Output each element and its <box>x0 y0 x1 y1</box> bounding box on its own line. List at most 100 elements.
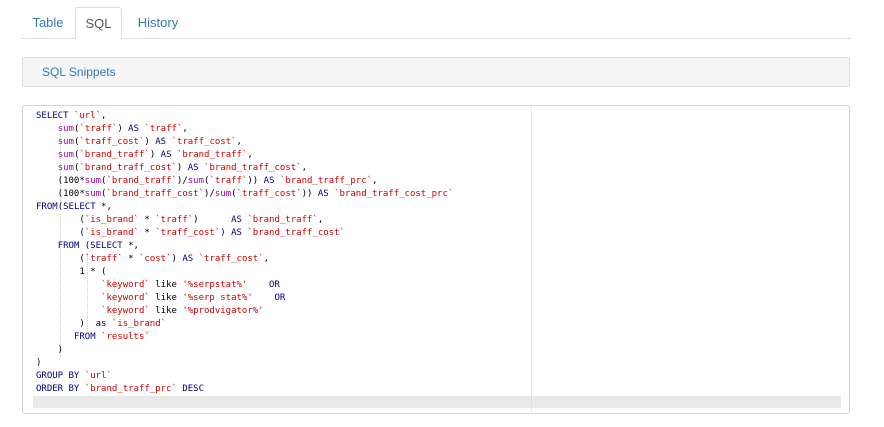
code-token-op: ) <box>171 254 183 264</box>
code-token-kw: OR <box>274 293 286 303</box>
code-line: ) as `is_brand` <box>36 318 453 331</box>
code-token-op: like <box>149 306 183 316</box>
code-token-op: * <box>122 254 139 264</box>
code-token-op <box>36 306 101 316</box>
code-token-op: ( <box>36 215 85 225</box>
code-token-op: ) <box>149 150 161 160</box>
code-line: ) <box>36 357 453 370</box>
code-content[interactable]: SELECT `url`, sum(`traff`) AS `traff`, s… <box>36 110 453 396</box>
code-token-op: )) <box>301 189 313 199</box>
code-line: sum(`brand_traff`) AS `brand_traff`, <box>36 149 453 162</box>
code-token-op: , <box>101 111 107 121</box>
horizontal-scrollbar[interactable] <box>33 396 841 408</box>
tab-history[interactable]: History <box>126 7 190 38</box>
code-token-id: `traff_cost` <box>171 137 237 147</box>
code-line: sum(`brand_traff_cost`) AS `brand_traff_… <box>36 162 453 175</box>
code-token-id: `traff_cost` <box>79 137 145 147</box>
code-token-op: , <box>372 176 378 186</box>
code-token-kw: SELECT <box>90 241 129 251</box>
code-line: FROM (SELECT *, <box>36 240 453 253</box>
code-token-num: 100 <box>63 176 80 186</box>
code-token-op: ( <box>36 189 64 199</box>
code-token-op: ( <box>36 228 85 238</box>
code-line: GROUP BY `url` <box>36 370 453 383</box>
code-token-op: like <box>149 293 183 303</box>
code-token-op <box>36 163 58 173</box>
code-token-kw: AS <box>187 163 205 173</box>
code-line: `keyword` like '%serpstat%' OR <box>36 279 453 292</box>
code-token-op <box>36 150 58 160</box>
code-token-kw: FROM <box>57 241 85 251</box>
code-token-op <box>36 332 74 342</box>
code-line: (`is_brand` * `traff_cost`) AS `brand_tr… <box>36 227 453 240</box>
code-line: ) <box>36 344 453 357</box>
code-token-str: '%serpstat%' <box>182 280 248 290</box>
code-token-kw: ORDER BY <box>36 384 85 394</box>
code-token-id: `traff_cost` <box>236 189 302 199</box>
tab-sql[interactable]: SQL <box>75 7 122 39</box>
code-token-id: `brand_traff_cost_prc` <box>334 189 454 199</box>
code-token-id: `keyword` <box>101 280 150 290</box>
code-token-kw: AS <box>258 176 280 186</box>
code-token-id: `brand_traff_cost` <box>204 163 302 173</box>
code-token-id: `brand_traff_cost` <box>106 189 205 199</box>
code-token-op: )/ <box>176 176 188 186</box>
code-token-id: `results` <box>101 332 150 342</box>
code-token-op: ) <box>193 215 232 225</box>
code-token-id: `keyword` <box>101 293 150 303</box>
code-token-op: , <box>263 254 270 264</box>
print-margin-line <box>531 107 532 412</box>
code-token-op: ) <box>36 319 96 329</box>
code-token-op: )/ <box>204 189 215 199</box>
tab-table[interactable]: Table <box>22 7 74 38</box>
code-token-kw: AS <box>182 254 199 264</box>
code-token-id: `traff` <box>209 176 248 186</box>
code-line: SELECT `url`, <box>36 110 453 123</box>
code-token-op: like <box>149 280 183 290</box>
code-line: sum(`traff_cost`) AS `traff_cost`, <box>36 136 453 149</box>
code-token-op: ) <box>36 345 64 355</box>
code-line: sum(`traff`) AS `traff`, <box>36 123 453 136</box>
code-token-id: `is_brand` <box>84 215 139 225</box>
tab-bar: Table SQL History <box>22 7 851 39</box>
code-token-kw: AS <box>155 137 172 147</box>
code-line: (`is_brand` * `traff`) AS `brand_traff`, <box>36 214 453 227</box>
code-token-kw: SELECT <box>36 111 74 121</box>
code-token-id: `is_brand` <box>111 319 167 329</box>
code-token-id: `brand_traff` <box>79 150 150 160</box>
code-line: 1 * ( <box>36 266 453 279</box>
sql-snippets-link[interactable]: SQL Snippets <box>42 65 116 79</box>
code-token-id: `url` <box>84 371 112 381</box>
sql-editor[interactable]: SELECT `url`, sum(`traff`) AS `traff`, s… <box>22 105 850 414</box>
code-token-id: `brand_traff` <box>176 150 248 160</box>
code-token-kw: OR <box>269 280 280 290</box>
code-token-op: , <box>317 215 324 225</box>
code-token-str: '%serp stat%' <box>182 293 253 303</box>
code-token-op: , <box>236 137 242 147</box>
code-token-kw: GROUP BY <box>36 371 85 381</box>
code-token-id: `is_brand` <box>84 228 139 238</box>
code-token-fn: sum <box>57 137 74 147</box>
code-token-op: * ( <box>84 267 107 277</box>
code-token-id: `traff` <box>79 124 118 134</box>
code-token-num: 100 <box>63 189 80 199</box>
code-token-op <box>36 241 58 251</box>
code-token-op <box>36 280 101 290</box>
code-token-op <box>36 293 101 303</box>
code-token-op: ) <box>176 163 188 173</box>
code-token-fn: sum <box>84 176 102 186</box>
code-token-id: `brand_traff` <box>247 215 318 225</box>
code-token-id: `url` <box>73 111 102 121</box>
code-line: (100*sum(`brand_traff_cost`)/sum(`traff_… <box>36 188 454 201</box>
code-token-op: ) <box>220 228 232 238</box>
code-token-op: *, <box>101 202 112 212</box>
code-token-kw: DESC <box>176 384 204 394</box>
code-token-fn: sum <box>57 163 74 173</box>
code-token-kw: AS <box>312 189 335 199</box>
code-token-id: `brand_traff_prc` <box>84 384 177 394</box>
code-token-id: `traff_cost` <box>155 228 221 238</box>
code-token-id: `traff` <box>144 124 183 134</box>
code-token-op <box>247 280 269 290</box>
sql-snippets-panel: SQL Snippets <box>22 57 850 87</box>
code-token-op: ) <box>36 358 42 368</box>
